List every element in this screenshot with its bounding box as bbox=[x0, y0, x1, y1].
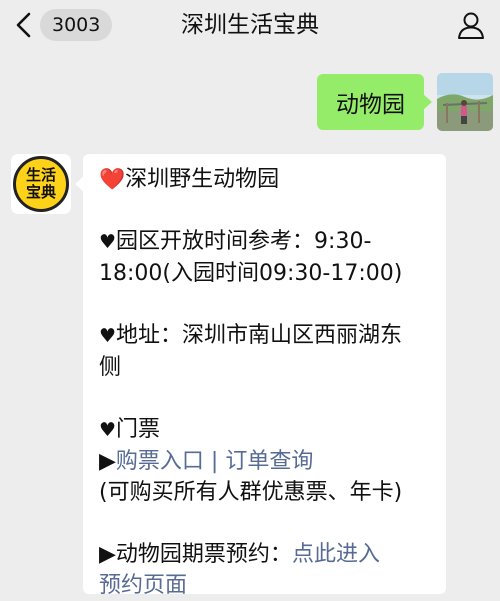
zoo-name: 深圳野生动物园 bbox=[125, 167, 280, 192]
top-nav-bar: 3003 深圳生活宝典 bbox=[0, 0, 500, 50]
user-avatar[interactable] bbox=[437, 73, 493, 131]
address-line-1: ♥地址：深圳市南山区西丽湖东 bbox=[99, 320, 430, 352]
tickets-label: 门票 bbox=[116, 417, 161, 442]
black-heart-icon: ♥ bbox=[99, 419, 117, 441]
red-heart-icon: ❤️ bbox=[99, 167, 126, 191]
tickets-heading: ♥门票 bbox=[99, 414, 430, 446]
play-arrow-icon: ▶ bbox=[99, 449, 116, 474]
profile-icon[interactable] bbox=[456, 10, 486, 40]
pass-label: 动物园期票预约： bbox=[115, 542, 292, 567]
address-text-1: 地址：深圳市南山区西丽湖东 bbox=[116, 323, 403, 348]
address-line-2: 侧 bbox=[99, 355, 122, 380]
sender-logo-text-1: 生活 bbox=[25, 166, 56, 184]
sender-logo-text-2: 宝典 bbox=[25, 183, 56, 201]
play-arrow-icon: ▶ bbox=[99, 542, 116, 567]
black-heart-icon: ♥ bbox=[99, 325, 117, 347]
ticket-note: (可购买所有人群优惠票、年卡) bbox=[99, 480, 403, 505]
buy-ticket-link[interactable]: 购票入口 bbox=[116, 449, 204, 474]
chevron-left-icon bbox=[16, 12, 31, 38]
link-separator: | bbox=[203, 449, 226, 474]
outgoing-message-bubble[interactable]: 动物园 bbox=[317, 74, 432, 130]
incoming-message-bubble[interactable]: ❤️深圳野生动物园 ♥园区开放时间参考：9:30- 18:00(入园时间09:3… bbox=[75, 154, 446, 598]
unread-count-badge[interactable]: 3003 bbox=[40, 9, 113, 41]
back-button[interactable]: 3003 bbox=[10, 6, 113, 44]
hours-line-1: ♥园区开放时间参考：9:30- bbox=[99, 226, 430, 258]
sender-avatar[interactable]: 生活 宝典 bbox=[11, 154, 71, 214]
pass-booking-link[interactable]: 点此进入 bbox=[292, 542, 380, 567]
pass-row: ▶动物园期票预约：点此进入 bbox=[99, 539, 430, 570]
sender-logo: 生活 宝典 bbox=[13, 156, 69, 212]
order-query-link[interactable]: 订单查询 bbox=[225, 449, 313, 474]
ticket-links-row: ▶购票入口 | 订单查询 bbox=[99, 446, 430, 477]
hours-text-1: 园区开放时间参考：9:30- bbox=[116, 229, 372, 254]
hours-line-2: 18:00(入园时间09:30-17:00) bbox=[99, 261, 403, 286]
user-avatar-photo-icon bbox=[437, 73, 493, 131]
black-heart-icon: ♥ bbox=[99, 231, 117, 253]
message-heading: ❤️深圳野生动物园 bbox=[99, 164, 430, 195]
